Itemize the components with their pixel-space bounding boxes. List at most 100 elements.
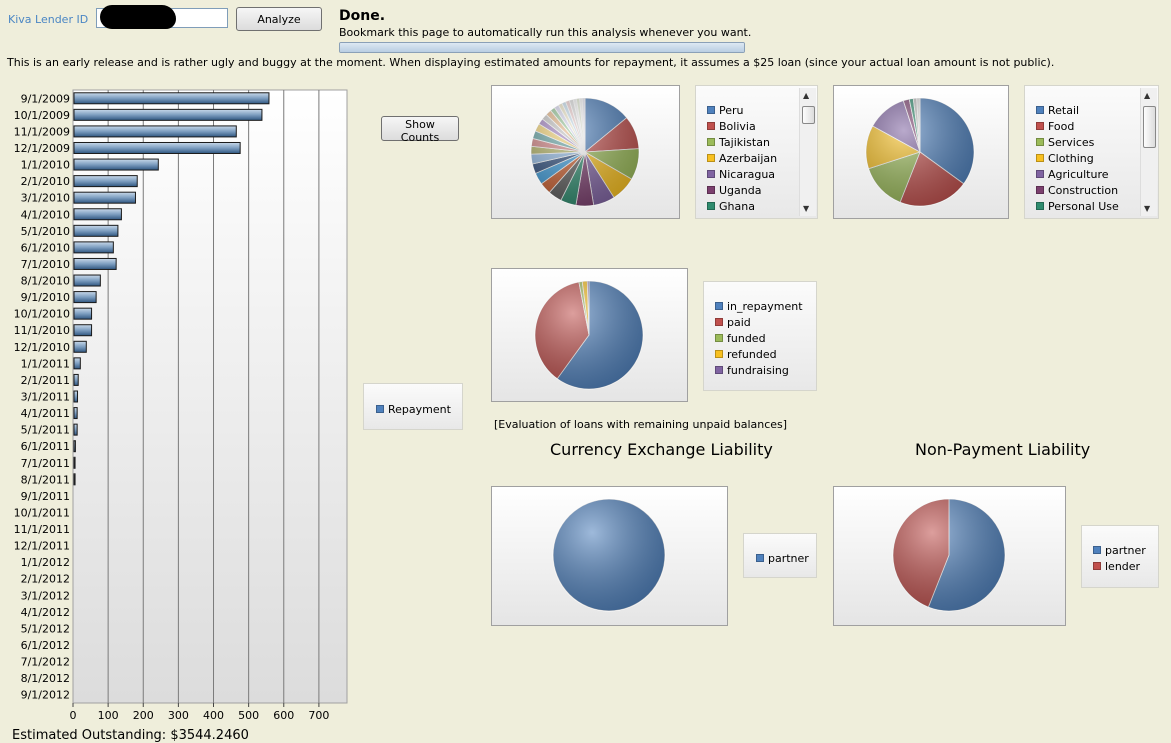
- y-tick-label: 10/1/2009: [14, 109, 70, 122]
- legend-label: funded: [727, 332, 766, 345]
- bar: [73, 208, 122, 221]
- status-pie: [534, 280, 644, 390]
- legend-swatch: [1036, 202, 1044, 210]
- legend-entry: Ghana: [707, 200, 755, 213]
- legend-swatch: [1036, 154, 1044, 162]
- y-tick-label: 6/1/2012: [21, 639, 70, 652]
- scroll-down-icon[interactable]: ▼: [803, 204, 809, 213]
- currency-pie: [552, 498, 666, 612]
- legend-swatch: [1036, 170, 1044, 178]
- progress-bar: [339, 42, 745, 53]
- y-tick-label: 9/1/2012: [21, 689, 70, 702]
- y-tick-label: 2/1/2011: [21, 374, 70, 387]
- y-tick-label: 5/1/2012: [21, 622, 70, 635]
- legend-entry-repayment: Repayment: [376, 403, 451, 416]
- bar: [73, 274, 101, 287]
- y-tick-label: 9/1/2010: [21, 291, 70, 304]
- y-tick-label: 12/1/2011: [14, 540, 70, 553]
- legend-entry: Nicaragua: [707, 168, 775, 181]
- scrollbar-thumb[interactable]: [1143, 106, 1156, 148]
- bar: [73, 291, 97, 304]
- sector-legend: Retail Food Services Clothing Agriculture Con…: [1024, 85, 1159, 219]
- legend-label: paid: [727, 316, 751, 329]
- y-tick-label: 1/1/2012: [21, 556, 70, 569]
- scroll-down-icon[interactable]: ▼: [1144, 204, 1150, 213]
- show-counts-button[interactable]: Show Counts: [381, 116, 459, 144]
- bar: [73, 158, 159, 171]
- repayment-legend: Repayment: [363, 383, 463, 430]
- country-pie: [530, 97, 640, 207]
- legend-swatch: [707, 154, 715, 162]
- legend-label: Agriculture: [1048, 168, 1109, 181]
- legend-label: Uganda: [719, 184, 762, 197]
- analyze-button[interactable]: Analyze: [236, 7, 322, 31]
- y-tick-label: 4/1/2011: [21, 407, 70, 420]
- progress-fill: [340, 43, 744, 52]
- bar: [73, 125, 237, 138]
- legend-entry: Azerbaijan: [707, 152, 777, 165]
- y-tick-label: 9/1/2009: [21, 92, 70, 105]
- y-tick-label: 1/1/2011: [21, 357, 70, 370]
- legend-entry: Bolivia: [707, 120, 756, 133]
- legend-swatch: [707, 186, 715, 194]
- evaluation-note: [Evaluation of loans with remaining unpa…: [494, 418, 788, 431]
- legend-swatch: [1036, 186, 1044, 194]
- legend-swatch: [1093, 546, 1101, 554]
- country-pie-panel: [491, 85, 680, 219]
- legend-label: fundraising: [727, 364, 789, 377]
- legend-label: Retail: [1048, 104, 1080, 117]
- legend-label: Personal Use: [1048, 200, 1119, 213]
- bar: [73, 257, 117, 270]
- scrollbar-thumb[interactable]: [802, 106, 815, 124]
- y-tick-label: 11/1/2011: [14, 523, 70, 536]
- bar: [73, 390, 79, 403]
- legend-entry: Food: [1036, 120, 1074, 133]
- bar: [73, 357, 81, 370]
- legend-label: lender: [1105, 560, 1141, 573]
- legend-swatch: [1036, 138, 1044, 146]
- legend-entry: Retail: [1036, 104, 1079, 117]
- legend-label: refunded: [727, 348, 777, 361]
- y-tick-label: 8/1/2010: [21, 275, 70, 288]
- status-legend: in_repaymentpaid funded refunded fundraisin…: [703, 281, 817, 391]
- sector-pie-panel: [833, 85, 1009, 219]
- legend-entry: lender: [1093, 560, 1140, 573]
- pie-shading: [531, 98, 639, 206]
- y-tick-label: 10/1/2010: [14, 308, 70, 321]
- y-tick-label: 2/1/2010: [21, 175, 70, 188]
- legend-entry: fundraising: [715, 364, 789, 377]
- sector-pie: [865, 97, 975, 207]
- bar: [73, 108, 263, 121]
- repayment-bar-chart: 9/1/2009 10/1/2009 11/1/2009 12/1/2009 1/1/2…: [14, 89, 348, 722]
- legend-entry: in_repayment: [715, 300, 803, 313]
- bar: [73, 423, 78, 436]
- x-tick-label: 700: [308, 709, 329, 722]
- pie-shading: [535, 281, 643, 389]
- legend-entry: refunded: [715, 348, 777, 361]
- y-tick-label: 8/1/2011: [21, 473, 70, 486]
- bar: [73, 324, 93, 337]
- y-tick-label: 1/1/2010: [21, 159, 70, 172]
- bar: [73, 456, 76, 469]
- pie-shading: [893, 499, 1005, 611]
- country-legend: Peru Bolivia Tajikistan Azerbaijan Nicaragua…: [695, 85, 818, 219]
- y-tick-label: 6/1/2010: [21, 241, 70, 254]
- nonpayment-legend: partner lender: [1081, 525, 1159, 588]
- country-legend-scrollbar[interactable]: ▲ ▼: [799, 88, 816, 216]
- legend-label: Nicaragua: [719, 168, 776, 181]
- bar: [73, 307, 93, 320]
- bar: [73, 175, 138, 188]
- legend-swatch: [707, 138, 715, 146]
- legend-label: Azerbaijan: [719, 152, 778, 165]
- bar: [73, 224, 119, 237]
- y-tick-label: 7/1/2010: [21, 258, 70, 271]
- legend-entry: partner: [1093, 544, 1146, 557]
- lender-id-label: Kiva Lender ID: [8, 13, 89, 26]
- bar: [73, 92, 270, 105]
- y-tick-label: 9/1/2011: [21, 490, 70, 503]
- y-tick-label: 12/1/2010: [14, 341, 70, 354]
- scroll-up-icon[interactable]: ▲: [1144, 91, 1150, 100]
- legend-swatch: [715, 366, 723, 374]
- sector-legend-scrollbar[interactable]: ▲ ▼: [1140, 88, 1157, 216]
- scroll-up-icon[interactable]: ▲: [803, 91, 809, 100]
